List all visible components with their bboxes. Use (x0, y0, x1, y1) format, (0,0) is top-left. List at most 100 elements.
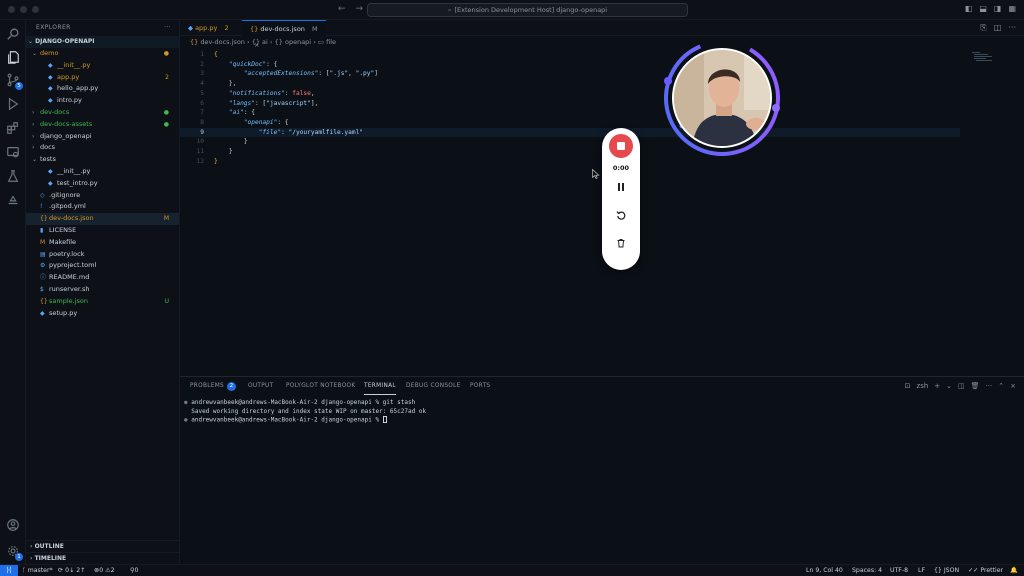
close-window-button[interactable] (8, 6, 15, 13)
back-arrow-icon[interactable]: ← (338, 4, 346, 14)
language-mode[interactable]: {} JSON (934, 565, 959, 576)
accounts-icon[interactable] (5, 517, 21, 533)
tab-app-py[interactable]: ◆ app.py 2 (180, 20, 240, 36)
trash-icon[interactable]: 🗑 (971, 382, 980, 390)
file-item[interactable]: $ runserver.sh (26, 284, 179, 296)
close-icon[interactable]: × (1010, 382, 1016, 390)
toggle-secondary-sidebar-icon[interactable]: ◨ (994, 4, 1002, 13)
minimize-window-button[interactable] (20, 6, 27, 13)
ports-indicator[interactable]: ⚲0 (130, 565, 138, 576)
new-terminal-icon[interactable]: + (934, 382, 940, 390)
tab-ports[interactable]: PORTS (470, 377, 490, 395)
file-item[interactable]: ▮ LICENSE (26, 225, 179, 237)
maximize-panel-icon[interactable]: ⌃ (998, 382, 1004, 390)
encoding[interactable]: UTF-8 (890, 565, 908, 576)
file-item[interactable]: ⓘ README.md (26, 272, 179, 284)
file-item[interactable]: {}sample.json U (26, 296, 179, 308)
tab-terminal[interactable]: TERMINAL (364, 377, 396, 395)
breadcrumb-segment[interactable]: file (326, 38, 336, 46)
extensions-icon[interactable] (5, 120, 21, 136)
json-file-icon: {} (190, 38, 199, 46)
tree-item-label: Makefile (49, 237, 77, 246)
file-item[interactable]: ◆ intro.py (26, 95, 179, 107)
branch-indicator[interactable]: ᚴ master* (22, 565, 53, 576)
tab-output[interactable]: OUTPUT (248, 377, 273, 395)
explorer-title: EXPLORER (36, 24, 71, 31)
notifications-icon[interactable]: 🔔 (1010, 565, 1018, 576)
search-icon[interactable] (5, 26, 21, 42)
breadcrumb-segment[interactable]: openapi (285, 38, 311, 46)
run-debug-icon[interactable] (5, 96, 21, 112)
toggle-panel-icon[interactable]: ⬓ (979, 4, 987, 13)
tab-problems[interactable]: PROBLEMS 2 (190, 377, 237, 395)
file-item[interactable]: ⚙ pyproject.toml (26, 260, 179, 272)
tree-item-label: __init__.py (57, 166, 91, 175)
file-item[interactable]: ◆ app.py 2 (26, 72, 179, 84)
pause-button[interactable] (613, 179, 629, 195)
file-item[interactable]: ◆ setup.py (26, 308, 179, 320)
file-item[interactable]: ◆ test_intro.py (26, 178, 179, 190)
more-actions-icon[interactable]: ··· (1008, 23, 1016, 33)
command-center-label: [Extension Development Host] django-open… (454, 6, 608, 14)
split-terminal-icon[interactable]: ◫ (958, 382, 965, 390)
folder-item[interactable]: ⌄ tests (26, 154, 179, 166)
folder-item[interactable]: › dev-docs-assets ● (26, 119, 179, 131)
maximize-window-button[interactable] (32, 6, 39, 13)
remote-indicator-icon[interactable]: ⟩⟨ (0, 565, 18, 576)
editor-scrollbar[interactable] (1016, 48, 1024, 374)
folder-item[interactable]: › docs (26, 142, 179, 154)
timeline-section[interactable]: › TIMELINE (26, 552, 180, 564)
presenter-image (674, 50, 770, 146)
testing-icon[interactable] (5, 168, 21, 184)
folder-item[interactable]: › django_openapi (26, 131, 179, 143)
breadcrumb-segment[interactable]: ai (262, 38, 268, 46)
webcam-video (672, 48, 772, 148)
object-icon: {} (251, 38, 260, 46)
settings-gear-icon[interactable]: 1 (5, 543, 23, 561)
customize-layout-icon[interactable]: ▦ (1008, 4, 1016, 13)
folder-item[interactable]: ⌄ demo ● (26, 48, 179, 60)
tab-polyglot-notebook[interactable]: POLYGLOT NOTEBOOK (286, 377, 356, 395)
command-center[interactable]: ⌕ [Extension Development Host] django-ope… (367, 3, 688, 17)
indentation[interactable]: Spaces: 4 (852, 565, 882, 576)
file-item[interactable]: ▤ poetry.lock (26, 249, 179, 261)
file-item[interactable]: ◆ hello_app.py (26, 83, 179, 95)
cursor-position[interactable]: Ln 9, Col 40 (806, 565, 843, 576)
folder-item[interactable]: › dev-docs ● (26, 107, 179, 119)
remote-explorer-icon[interactable] (5, 144, 21, 160)
tab-dev-docs-json[interactable]: {} dev-docs.json M × (242, 20, 326, 49)
file-item[interactable]: M Makefile (26, 237, 179, 249)
file-item[interactable]: ◆ __init__.py (26, 60, 179, 72)
recording-timer: 0:00 (612, 164, 630, 172)
webcam-bubble[interactable] (662, 38, 782, 158)
file-tree: ⌄ demo ● ◆ __init__.py ◆ app.py 2 ◆ hello_app.py ◆… (26, 48, 179, 319)
restart-button[interactable] (613, 207, 629, 223)
open-changes-icon[interactable]: ⎘ (980, 23, 986, 33)
end-of-line[interactable]: LF (918, 565, 925, 576)
tab-debug-console[interactable]: DEBUG CONSOLE (406, 377, 461, 395)
docs-extension-icon[interactable] (5, 192, 21, 208)
file-item[interactable]: ! .gitpod.yml (26, 201, 179, 213)
terminal-shell-label[interactable]: zsh (917, 382, 929, 390)
delete-recording-button[interactable] (613, 235, 629, 251)
stop-recording-button[interactable] (609, 134, 633, 158)
tree-item-label: intro.py (57, 96, 82, 105)
problems-indicator[interactable]: ⊗0 ⚠2 (94, 565, 115, 576)
file-item[interactable]: ◆ __init__.py (26, 166, 179, 178)
toggle-sidebar-icon[interactable]: ◧ (965, 4, 973, 13)
minimap[interactable] (972, 52, 996, 62)
workspace-root[interactable]: ⌄ DJANGO-OPENAPI (26, 36, 179, 48)
more-actions-icon[interactable]: ··· (164, 20, 171, 36)
more-actions-icon[interactable]: ··· (986, 382, 993, 390)
outline-section[interactable]: › OUTLINE (26, 540, 180, 552)
breadcrumb-file[interactable]: dev-docs.json (200, 38, 245, 46)
file-item[interactable]: ◇ .gitignore (26, 190, 179, 202)
sync-indicator[interactable]: ⟳ 0↓ 2↑ (58, 565, 85, 576)
file-item[interactable]: {}dev-docs.json M (26, 213, 179, 225)
explorer-icon[interactable] (5, 49, 21, 65)
split-editor-icon[interactable]: ◫ (994, 23, 1002, 33)
chevron-down-icon[interactable]: ⌄ (946, 382, 952, 390)
forward-arrow-icon[interactable]: → (356, 4, 364, 14)
formatter[interactable]: ✓✓ Prettier (968, 565, 1003, 576)
source-control-icon[interactable]: 5 (5, 72, 23, 90)
